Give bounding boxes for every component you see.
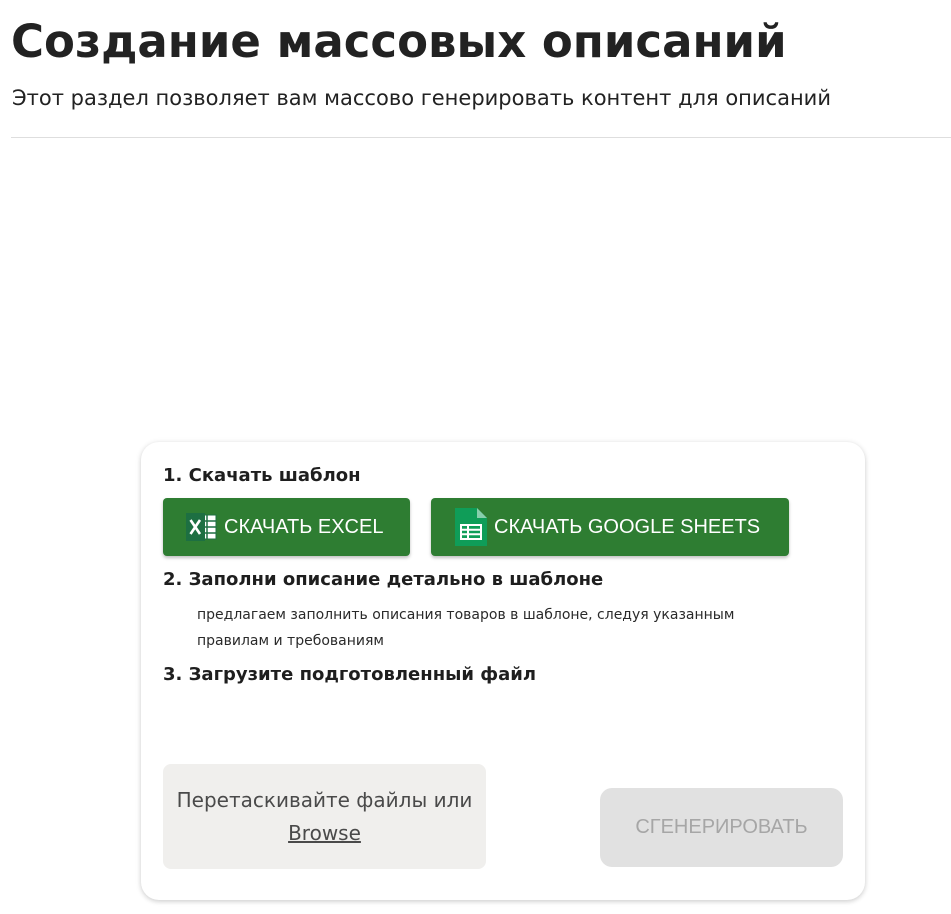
excel-icon xyxy=(185,512,219,542)
bulk-generation-card: 1. Скачать шаблон СКАЧАТЬ EXCEL СКАЧАТЬ … xyxy=(141,442,865,900)
page-subtitle: Этот раздел позволяет вам массово генери… xyxy=(12,86,831,110)
step-2-description: предлагаем заполнить описания товаров в … xyxy=(197,607,735,649)
step-2-title: 2. Заполни описание детально в шаблоне xyxy=(163,569,604,590)
header-divider xyxy=(11,137,951,138)
dropzone-text: Перетаскивайте файлы или xyxy=(176,787,473,812)
download-google-sheets-label: СКАЧАТЬ GOOGLE SHEETS xyxy=(494,515,761,538)
page-title: Создание массовых описаний xyxy=(11,15,787,68)
google-sheets-icon xyxy=(453,506,489,548)
file-dropzone[interactable]: Перетаскивайте файлы или Browse xyxy=(163,764,486,869)
download-google-sheets-button[interactable]: СКАЧАТЬ GOOGLE SHEETS xyxy=(431,498,789,556)
browse-link[interactable]: Browse xyxy=(288,817,361,850)
step-1-title: 1. Скачать шаблон xyxy=(163,465,361,486)
generate-button[interactable]: СГЕНЕРИРОВАТЬ xyxy=(600,788,843,867)
download-excel-button[interactable]: СКАЧАТЬ EXCEL xyxy=(163,498,410,556)
step-3-title: 3. Загрузите подготовленный файл xyxy=(163,664,537,685)
download-excel-label: СКАЧАТЬ EXCEL xyxy=(224,515,384,538)
